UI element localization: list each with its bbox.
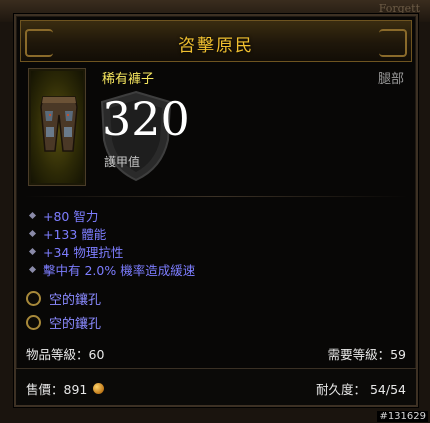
stat-text: 擊中有 2.0% 機率造成緩速 [43, 262, 196, 278]
tooltip-title-bar: 咨擊原民 [20, 20, 412, 62]
stat-line: +80 智力 [26, 206, 195, 224]
gold-coin-icon [93, 383, 105, 394]
durability: 耐久度： 54/54 [316, 382, 406, 397]
stat-text: +80 智力 [43, 208, 99, 224]
required-level: 需要等級：59 [327, 347, 406, 362]
item-level: 物品等級：60 [26, 347, 105, 362]
stat-line: 擊中有 2.0% 機率造成緩速 [26, 260, 195, 278]
divider [24, 196, 408, 197]
stat-list: +80 智力 +133 體能 +34 物理抗性 擊中有 2.0% 機率造成緩速 [26, 206, 195, 278]
item-icon-frame [28, 68, 86, 186]
item-title: 咨擊原民 [178, 36, 254, 56]
item-slot: 腿部 [377, 72, 404, 87]
bullet-icon [28, 247, 37, 255]
socket-slot: 空的鑲孔 [26, 286, 101, 310]
socket-slot: 空的鑲孔 [26, 310, 101, 334]
socket-label: 空的鑲孔 [49, 292, 102, 308]
pants-icon [31, 71, 83, 183]
armor-value: 320 [102, 92, 190, 146]
stat-line: +34 物理抗性 [26, 242, 195, 260]
empty-socket-icon [26, 290, 41, 306]
item-name: 稀有褲子 [102, 72, 155, 87]
item-tooltip: 咨擊原民 稀有褲子 腿部 320 護甲值 +80 智力 +133 體能 +34 … [14, 14, 418, 407]
sell-price: 售價：891 [26, 379, 105, 398]
stat-line: +133 體能 [26, 224, 195, 242]
bullet-icon [28, 229, 37, 237]
socket-label: 空的鑲孔 [49, 316, 102, 332]
socket-list: 空的鑲孔 空的鑲孔 [26, 286, 101, 334]
armor-label: 護甲值 [104, 155, 141, 169]
watermark: #131629 [377, 411, 428, 422]
bullet-icon [28, 211, 37, 219]
bullet-icon [28, 265, 37, 273]
sell-price-text: 售價：891 [26, 382, 88, 397]
stat-text: +34 物理抗性 [43, 244, 124, 260]
empty-socket-icon [26, 314, 41, 330]
tooltip-footer: 售價：891 耐久度： 54/54 [16, 368, 416, 405]
stat-text: +133 體能 [43, 226, 107, 242]
